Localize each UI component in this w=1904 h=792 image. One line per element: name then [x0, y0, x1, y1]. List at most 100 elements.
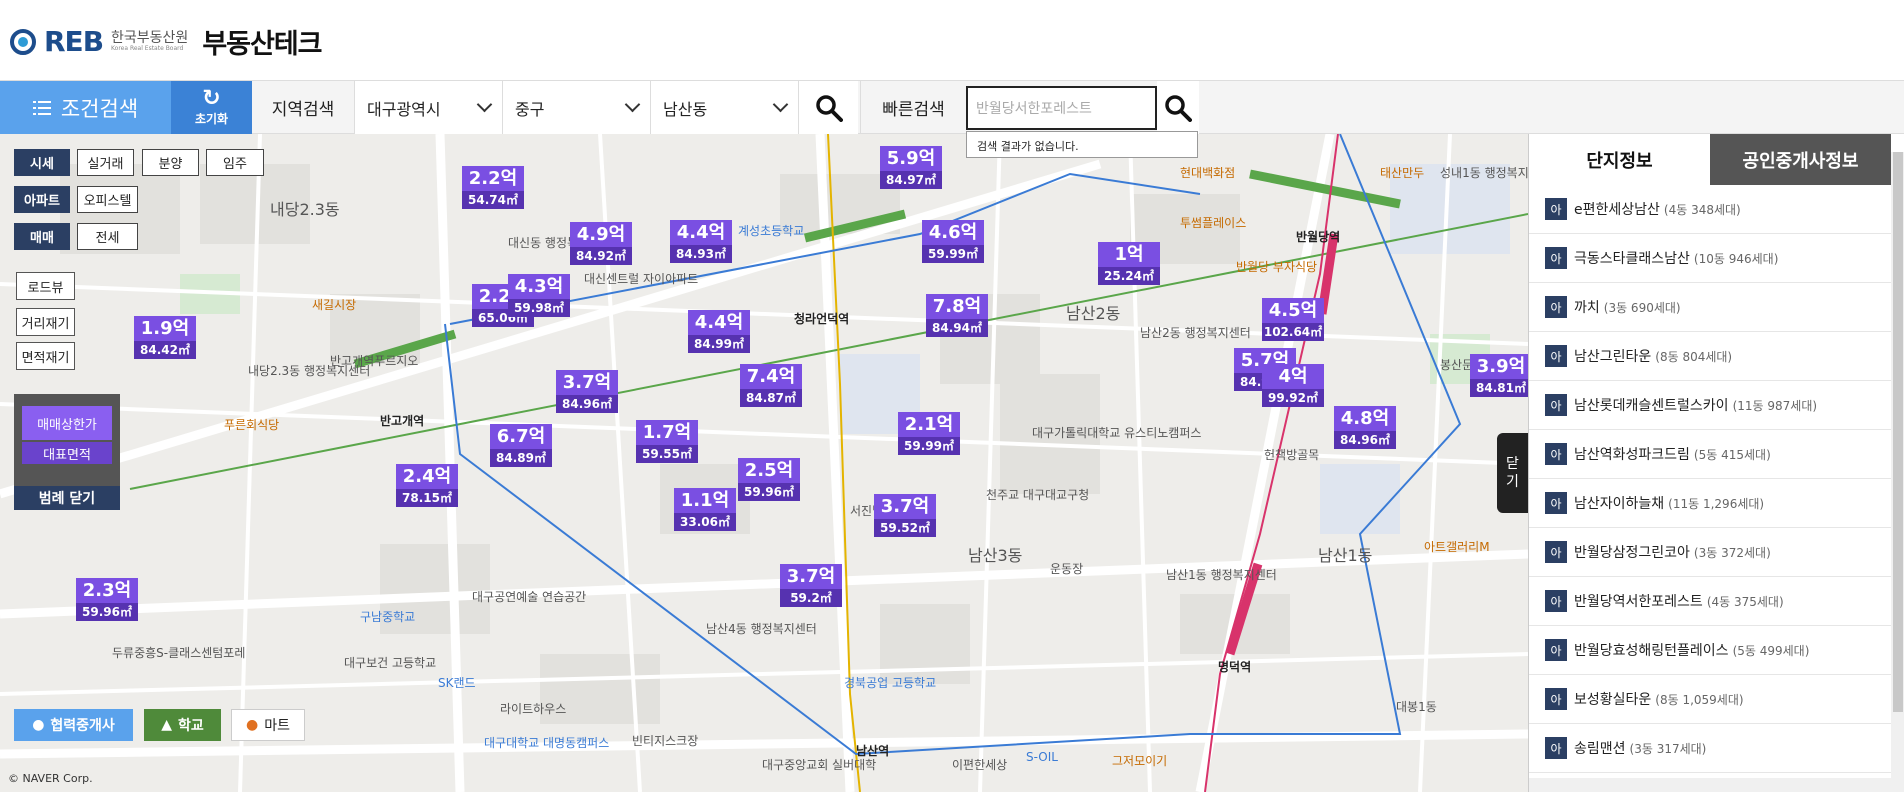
price-marker[interactable]: 4억 99.92㎡: [1262, 364, 1324, 407]
price-marker[interactable]: 2.1억 59.99㎡: [898, 412, 960, 455]
legend-presale[interactable]: 분양: [142, 149, 199, 176]
price-marker[interactable]: 3.7억 59.2㎡: [780, 564, 842, 607]
legend-officetel[interactable]: 오피스텔: [77, 186, 138, 213]
legend-sale[interactable]: 매매: [14, 223, 70, 250]
price-marker[interactable]: 4.4억 84.93㎡: [670, 220, 732, 263]
list-item[interactable]: 아 송림맨션 (3동 317세대): [1529, 724, 1891, 773]
price-marker[interactable]: 4.4억 84.99㎡: [688, 310, 750, 353]
price-marker[interactable]: 3.9억 84.81㎡: [1470, 354, 1528, 397]
price-marker[interactable]: 1억 25.24㎡: [1098, 242, 1160, 285]
map-label: 헌책방골목: [1264, 448, 1320, 462]
map-label: S-OIL: [1026, 750, 1058, 764]
price-marker[interactable]: 2.5억 59.96㎡: [738, 458, 800, 501]
price-marker[interactable]: 7.4억 84.87㎡: [740, 364, 802, 407]
apt-badge: 아: [1545, 590, 1567, 612]
district-select[interactable]: 중구: [502, 81, 650, 134]
map-label: 대구중앙교회 실버대학: [762, 758, 877, 772]
map-label: 반고개역푸르지오: [330, 354, 419, 368]
tab-agency-info[interactable]: 공인중개사정보: [1710, 134, 1891, 185]
map-label: 대구공연예술 연습공간: [472, 590, 587, 604]
agency-button[interactable]: ● 협력중개사: [14, 709, 133, 741]
list-icon: [32, 100, 51, 115]
list-item[interactable]: 아 반월당역서한포레스트 (4동 375세대): [1529, 577, 1891, 626]
apt-badge: 아: [1545, 345, 1567, 367]
apt-badge: 아: [1545, 688, 1567, 710]
price-marker[interactable]: 1.9억 84.42㎡: [134, 316, 196, 359]
panel-scrollbar[interactable]: [1891, 152, 1904, 792]
region-search-button[interactable]: [798, 81, 858, 134]
list-item[interactable]: 아 반월당효성해링턴플레이스 (5동 499세대): [1529, 626, 1891, 675]
price-marker[interactable]: 7.8억 84.94㎡: [926, 294, 988, 337]
map-view[interactable]: 내당2.3동 내당2.3동 행정복지센터 반고개역 반고개역푸르지오 새길시장 …: [0, 134, 1528, 792]
list-item[interactable]: 아 e편한세상남산 (4동 348세대): [1529, 185, 1891, 234]
apt-badge: 아: [1545, 492, 1567, 514]
map-label: 남산1동 행정복지센터: [1166, 568, 1277, 582]
site-logo[interactable]: REB 한국부동산원 Korea Real Estate Board 부동산테크: [10, 22, 323, 61]
price-marker[interactable]: 4.5억 102.64㎡: [1262, 298, 1324, 341]
tab-complex-info[interactable]: 단지정보: [1529, 134, 1710, 185]
map-label: 남산4동 행정복지센터: [706, 622, 817, 636]
chevron-down-icon: [772, 96, 789, 113]
price-marker[interactable]: 2.3억 59.96㎡: [76, 578, 138, 621]
city-select[interactable]: 대구광역시: [354, 81, 502, 134]
roadview-button[interactable]: 로드뷰: [16, 272, 75, 300]
search-result-dropdown: 검색 결과가 없습니다.: [966, 131, 1198, 158]
apt-badge: 아: [1545, 247, 1567, 269]
panel-close-button[interactable]: 닫 기: [1497, 433, 1528, 513]
chevron-down-icon: [476, 96, 493, 113]
legend-apartment[interactable]: 아파트: [14, 186, 70, 213]
region-search-label: 지역검색: [271, 100, 335, 120]
list-item[interactable]: 아 남산롯데캐슬센트럴스카이 (11동 987세대): [1529, 381, 1891, 430]
quick-search-button[interactable]: [1157, 81, 1199, 134]
map-label: 대구보건 고등학교: [344, 656, 437, 670]
map-label: 아트갤러리M: [1424, 540, 1490, 554]
legend-actual-deal[interactable]: 실거래: [77, 149, 134, 176]
price-marker[interactable]: 5.9억 84.97㎡: [880, 146, 942, 189]
reset-label: 초기화: [194, 112, 229, 126]
price-marker[interactable]: 2.2억 54.74㎡: [462, 166, 524, 209]
list-item[interactable]: 아 반월당삼정그린코아 (3동 372세대): [1529, 528, 1891, 577]
area-measure-button[interactable]: 면적재기: [16, 342, 75, 370]
price-marker[interactable]: 4.9억 84.92㎡: [570, 222, 632, 265]
list-item[interactable]: 아 보성황실타운 (8동 1,059세대): [1529, 675, 1891, 724]
apt-badge: 아: [1545, 296, 1567, 318]
list-item[interactable]: 아 남산그린타운 (8동 804세대): [1529, 332, 1891, 381]
price-marker[interactable]: 2.4억 78.15㎡: [396, 464, 458, 507]
quick-search-input[interactable]: [966, 86, 1157, 130]
price-marker[interactable]: 4.6억 59.99㎡: [922, 220, 984, 263]
map-label: 운동장: [1050, 562, 1084, 576]
price-marker[interactable]: 4.3억 59.98㎡: [508, 274, 570, 317]
price-marker[interactable]: 1.1억 33.06㎡: [674, 488, 736, 531]
reset-button[interactable]: ↻ 초기화: [171, 81, 252, 134]
apt-badge: 아: [1545, 394, 1567, 416]
price-marker[interactable]: 3.7억 59.52㎡: [874, 494, 936, 537]
map-label: 태산만두: [1380, 166, 1425, 180]
price-marker[interactable]: 1.7억 59.55㎡: [636, 420, 698, 463]
price-marker[interactable]: 4.8억 84.96㎡: [1334, 406, 1396, 449]
legend-price[interactable]: 시세: [14, 149, 70, 176]
map-label: 남산역: [856, 744, 890, 758]
refresh-icon: ↻: [202, 86, 221, 111]
legend-jeonse[interactable]: 전세: [77, 223, 138, 250]
apt-badge: 아: [1545, 639, 1567, 661]
map-label: 라이트하우스: [500, 702, 567, 716]
scrollbar-thumb[interactable]: [1893, 152, 1903, 712]
panel-hscrollbar[interactable]: [1529, 778, 1891, 792]
list-item[interactable]: 아 까치 (3동 690세대): [1529, 283, 1891, 332]
cart-icon: ●: [246, 717, 259, 733]
list-item[interactable]: 아 남산자이하늘채 (11동 1,296세대): [1529, 479, 1891, 528]
dong-select[interactable]: 남산동: [650, 81, 798, 134]
school-button[interactable]: ▲ 학교: [144, 709, 221, 741]
map-label: 남산2동: [1066, 304, 1121, 323]
legend-move-in[interactable]: 임주: [206, 149, 264, 176]
distance-button[interactable]: 거리재기: [16, 308, 75, 336]
price-marker[interactable]: 6.7억 84.89㎡: [490, 424, 552, 467]
map-label: 남산3동: [968, 546, 1023, 565]
list-item[interactable]: 아 극동스타클래스남산 (10동 946세대): [1529, 234, 1891, 283]
condition-search-button[interactable]: 조건검색: [0, 81, 171, 134]
mart-button[interactable]: ● 마트: [231, 709, 305, 741]
price-marker[interactable]: 3.7억 84.96㎡: [556, 370, 618, 413]
list-item[interactable]: 아 남산역화성파크드림 (5동 415세대): [1529, 430, 1891, 479]
legend-close-button[interactable]: 범례 닫기: [14, 486, 120, 510]
logo-org: 한국부동산원 Korea Real Estate Board: [111, 29, 189, 52]
